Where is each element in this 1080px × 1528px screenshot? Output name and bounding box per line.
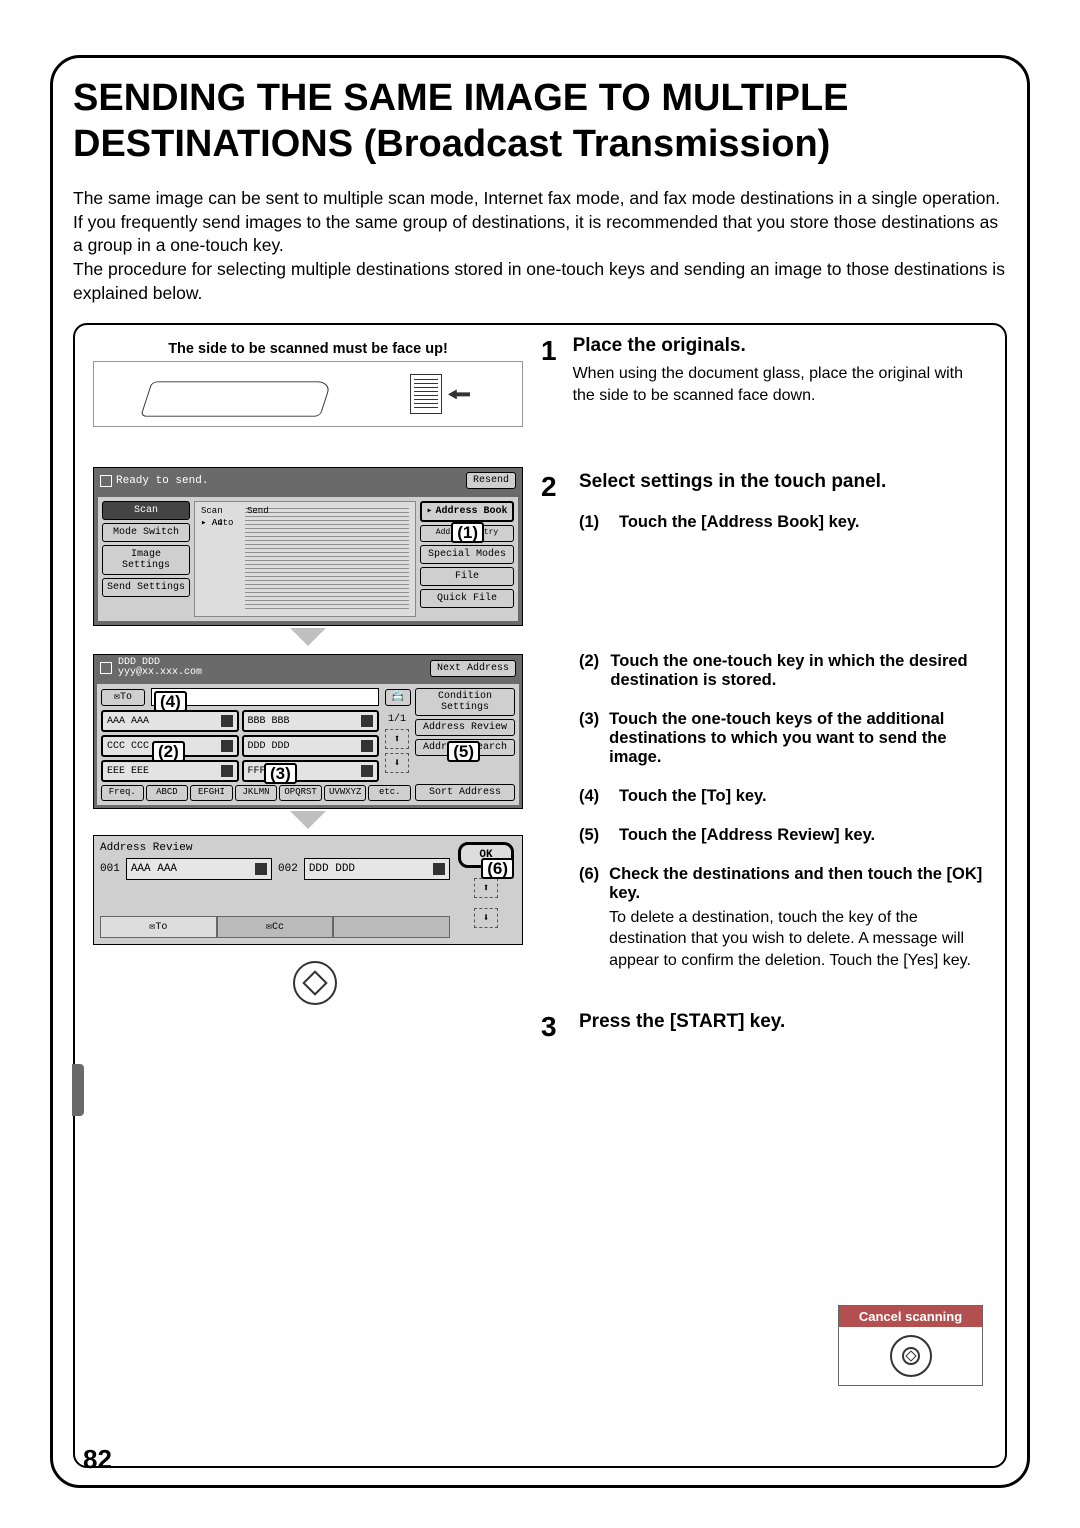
doc-icon bbox=[100, 662, 112, 674]
scroll-up-button[interactable]: ⬆ bbox=[385, 729, 409, 749]
sub-2-num: (2) bbox=[579, 652, 600, 690]
next-address-button[interactable]: Next Address bbox=[430, 660, 516, 677]
mode-switch-button[interactable]: Mode Switch bbox=[102, 523, 190, 542]
dest-ddd[interactable]: DDD DDD bbox=[304, 858, 450, 880]
scanner-note: The side to be scanned must be face up! bbox=[93, 341, 523, 357]
callout-4: (4) bbox=[154, 691, 187, 712]
step-2-number: 2 bbox=[541, 471, 563, 972]
sub-6-num: (6) bbox=[579, 865, 599, 972]
address-book-button[interactable]: ▸Address Book bbox=[420, 501, 514, 522]
sub-6-body: To delete a destination, touch the key o… bbox=[609, 907, 987, 972]
scan-mode-button[interactable]: Scan bbox=[102, 501, 190, 520]
mail-icon bbox=[361, 765, 373, 777]
tag-send: Send bbox=[247, 506, 269, 516]
alpha-jklmn[interactable]: JKLMN bbox=[235, 785, 278, 801]
sub-4: Touch the [To] key. bbox=[619, 787, 767, 806]
mail-icon bbox=[361, 740, 373, 752]
sub-3-num: (3) bbox=[579, 710, 599, 767]
p3-title: Address Review bbox=[100, 842, 450, 854]
step-3-head: Press the [START] key. bbox=[579, 1011, 785, 1033]
scanner-figure bbox=[93, 361, 523, 427]
intro-text: The same image can be sent to multiple s… bbox=[73, 187, 1007, 305]
alpha-efghi[interactable]: EFGHI bbox=[190, 785, 233, 801]
down-arrow-icon bbox=[290, 628, 326, 646]
touch-panel-2: DDD DDD yyy@xx.xxx.com Next Address ✉ To bbox=[93, 654, 523, 809]
alpha-opqrst[interactable]: OPQRST bbox=[279, 785, 322, 801]
scroll-up-button[interactable]: ⬆ bbox=[474, 878, 498, 898]
arrow-left-icon bbox=[448, 389, 470, 399]
to-button[interactable]: ✉ To bbox=[101, 689, 145, 706]
scanner-drawing bbox=[146, 367, 326, 421]
condition-settings-button[interactable]: Condition Settings bbox=[415, 688, 515, 716]
globe-icon bbox=[361, 715, 373, 727]
scroll-down-button[interactable]: ⬇ bbox=[385, 753, 409, 773]
step-3-number: 3 bbox=[541, 1011, 563, 1043]
contact-eee[interactable]: EEE EEE bbox=[101, 760, 239, 782]
tag-auto: ▸ Auto bbox=[201, 518, 269, 528]
touch-panel-3: Address Review 001 AAA AAA 002 DDD DDD ✉… bbox=[93, 835, 523, 945]
tab-cc[interactable]: ✉ Cc bbox=[217, 916, 334, 938]
dest-aaa[interactable]: AAA AAA bbox=[126, 858, 272, 880]
contact-aaa[interactable]: AAA AAA bbox=[101, 710, 239, 732]
file-button[interactable]: File bbox=[420, 567, 514, 586]
cancel-scanning-label: Cancel scanning bbox=[839, 1306, 982, 1327]
alpha-abcd[interactable]: ABCD bbox=[146, 785, 189, 801]
phone-icon bbox=[221, 740, 233, 752]
phone-icon bbox=[221, 765, 233, 777]
mail-icon bbox=[221, 715, 233, 727]
alpha-freq[interactable]: Freq. bbox=[101, 785, 144, 801]
preview-area: Scan ▸ A4 Send ▸ Auto bbox=[194, 501, 416, 617]
step-1-number: 1 bbox=[541, 335, 557, 406]
ready-text: Ready to send. bbox=[116, 475, 208, 487]
alpha-uvwxyz[interactable]: UVWXYZ bbox=[324, 785, 367, 801]
mail-icon bbox=[433, 863, 445, 875]
contact-ddd[interactable]: DDD DDD bbox=[242, 735, 380, 757]
doc-icon bbox=[100, 475, 112, 487]
resend-button[interactable]: Resend bbox=[466, 472, 516, 489]
special-modes-button[interactable]: Special Modes bbox=[420, 545, 514, 564]
sub-1-num: (1) bbox=[579, 513, 609, 532]
touch-panel-1: Ready to send. Resend Scan Mode Switch I… bbox=[93, 467, 523, 626]
sub-5: Touch the [Address Review] key. bbox=[619, 826, 875, 845]
mail-icon bbox=[255, 863, 267, 875]
tab-to[interactable]: ✉ To bbox=[100, 916, 217, 938]
sub-4-num: (4) bbox=[579, 787, 609, 806]
sort-address-button[interactable]: Sort Address bbox=[415, 784, 515, 801]
preview-icon-button[interactable]: 📇 bbox=[385, 689, 411, 706]
contact-fff[interactable]: FFF FFF bbox=[242, 760, 380, 782]
page-number: 82 bbox=[83, 1444, 112, 1475]
page-title: SENDING THE SAME IMAGE TO MULTIPLE DESTI… bbox=[73, 76, 1007, 167]
callout-1: (1) bbox=[451, 522, 484, 543]
dest2-num: 002 bbox=[278, 863, 298, 875]
paper-icon bbox=[410, 374, 442, 414]
image-settings-button[interactable]: Image Settings bbox=[102, 545, 190, 575]
step-1-body: When using the document glass, place the… bbox=[573, 363, 987, 406]
sub-6-head: Check the destinations and then touch th… bbox=[609, 865, 982, 902]
callout-6: (6) bbox=[481, 858, 514, 879]
sub-1: Touch the [Address Book] key. bbox=[619, 513, 860, 532]
sub-2: Touch the one-touch key in which the des… bbox=[610, 652, 987, 690]
sub-5-num: (5) bbox=[579, 826, 609, 845]
step-1-head: Place the originals. bbox=[573, 335, 987, 357]
tab-empty bbox=[333, 916, 450, 938]
p2-sub: yyy@xx.xxx.com bbox=[118, 668, 202, 678]
scroll-down-button[interactable]: ⬇ bbox=[474, 908, 498, 928]
callout-3: (3) bbox=[264, 763, 297, 784]
callout-5: (5) bbox=[447, 741, 480, 762]
start-key-icon bbox=[293, 961, 337, 1005]
down-arrow-icon bbox=[290, 811, 326, 829]
quick-file-button[interactable]: Quick File bbox=[420, 589, 514, 608]
page-indicator: 1/1 bbox=[388, 714, 406, 725]
cancel-scanning-box: Cancel scanning bbox=[838, 1305, 983, 1386]
callout-2: (2) bbox=[152, 741, 185, 762]
address-review-button[interactable]: Address Review bbox=[415, 719, 515, 736]
sub-3: Touch the one-touch keys of the addition… bbox=[609, 710, 987, 767]
side-index-tab bbox=[72, 1064, 84, 1116]
stop-key-icon[interactable] bbox=[890, 1335, 932, 1377]
step-2-head: Select settings in the touch panel. bbox=[579, 471, 987, 493]
alpha-etc[interactable]: etc. bbox=[368, 785, 411, 801]
dest1-num: 001 bbox=[100, 863, 120, 875]
send-settings-button[interactable]: Send Settings bbox=[102, 578, 190, 597]
contact-bbb[interactable]: BBB BBB bbox=[242, 710, 380, 732]
